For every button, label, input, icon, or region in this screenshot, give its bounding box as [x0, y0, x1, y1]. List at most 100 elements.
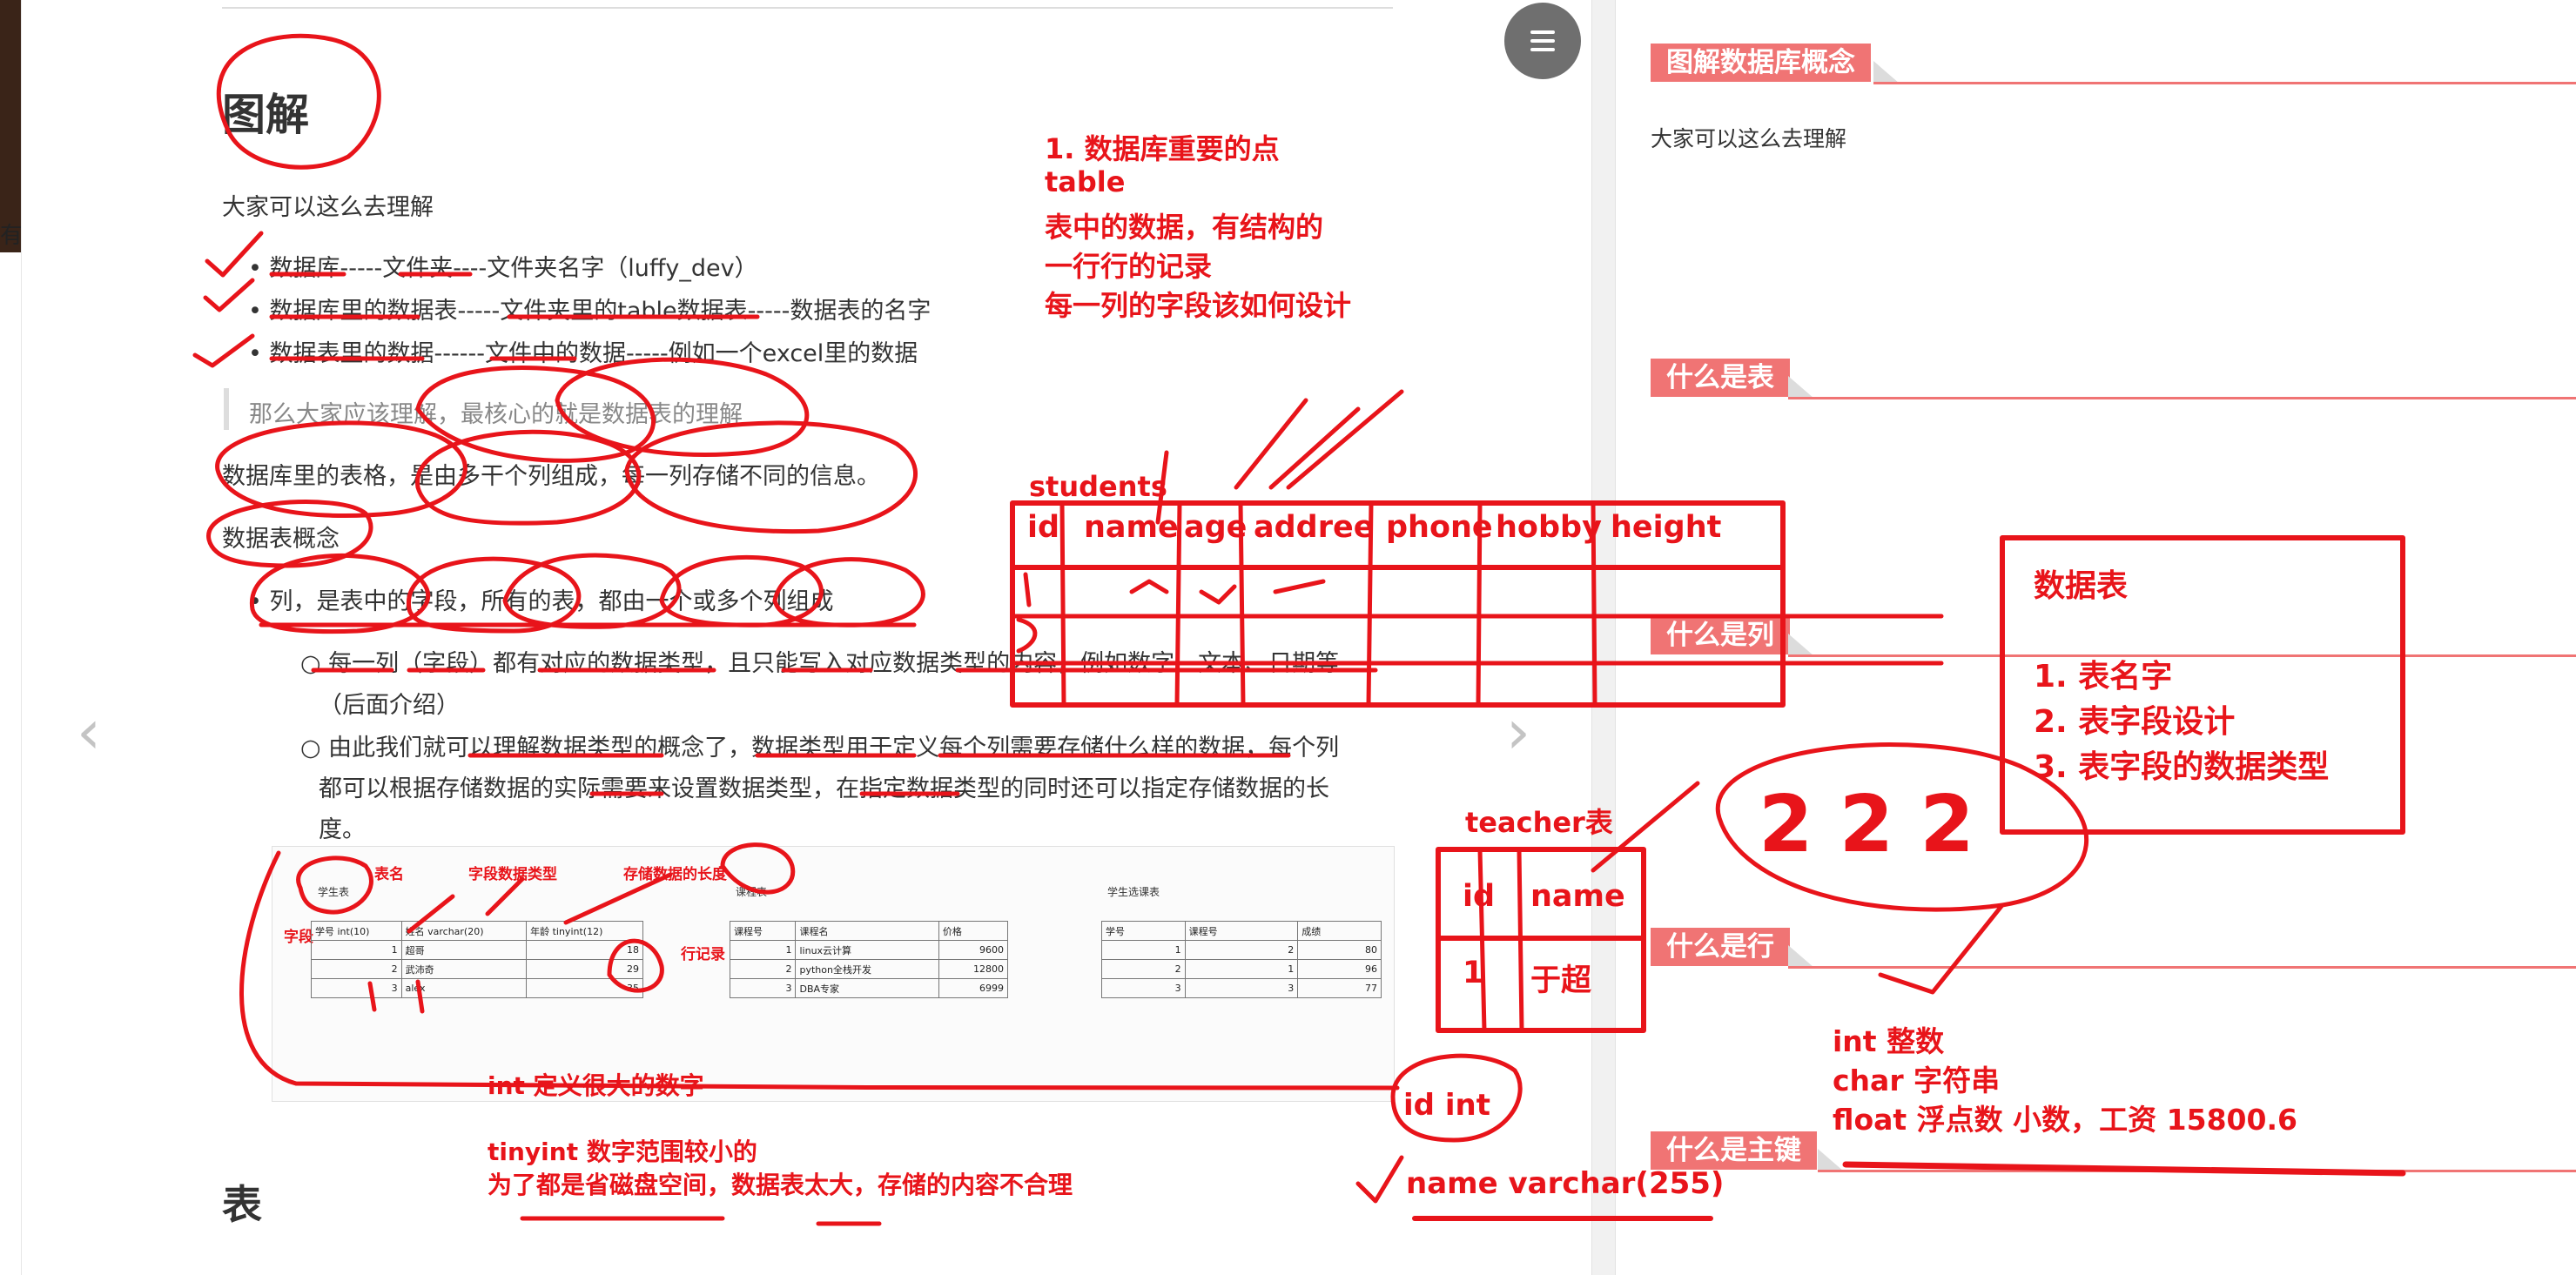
note-line: 表中的数据，有结构的	[1045, 211, 1324, 244]
table-cell: 学号	[1101, 921, 1186, 941]
students-col: addree	[1254, 510, 1375, 545]
list-item: • 列，是表中的字段，所有的表，都由一个或多个列组成	[248, 588, 834, 615]
doc-heading-2: 表	[222, 1181, 262, 1228]
students-col: hobby	[1496, 510, 1602, 545]
note-int: int 定义很大的数字	[488, 1071, 704, 1100]
sidebar-text: 大家可以这么去理解	[1651, 126, 1847, 151]
table-cell: 3	[1101, 978, 1186, 998]
table-cell: 12800	[938, 959, 1009, 979]
table-cell: 1	[729, 940, 797, 960]
students-col: height	[1611, 510, 1722, 545]
chevron-left-icon: ‹	[77, 696, 101, 768]
type-note: float 浮点数 小数，工资 15800.6	[1833, 1103, 2297, 1137]
list-item-text: 列，是表中的字段，所有的表，都由一个或多个列组成	[269, 588, 834, 615]
header-rule	[1788, 397, 2576, 399]
table-cell: 80	[1297, 940, 1382, 960]
teacher-col: id	[1463, 879, 1496, 914]
box-item: 1. 表名字	[2034, 659, 2173, 695]
note-name-varchar: name varchar(255)	[1406, 1166, 1725, 1201]
table-cell: python全栈开发	[795, 959, 939, 979]
table-cell: 学号 int(10)	[311, 921, 402, 941]
sub-list-continuation: （后面介绍）	[319, 692, 460, 719]
header-fold	[1818, 1149, 1844, 1171]
bullet-text: 数据库里的数据表-----文件夹里的table数据表-----数据表的名字	[269, 298, 932, 325]
left-panel-border	[21, 0, 22, 1275]
students-label: students	[1029, 470, 1167, 503]
header-fold	[1873, 61, 1900, 84]
table-cell: 96	[1297, 959, 1382, 979]
table-cell: 2	[1101, 959, 1186, 979]
students-col: age	[1184, 510, 1248, 545]
table-cell: 2	[1184, 940, 1299, 960]
header-rule	[1818, 1170, 2576, 1172]
chevron-right-icon: ›	[1506, 696, 1530, 768]
sidebar-section-header[interactable]: 什么是主键	[1651, 1131, 1817, 1170]
note-line: 每一列的字段该如何设计	[1045, 289, 1352, 322]
sidebar-section-header[interactable]: 什么是行	[1651, 928, 1790, 966]
header-fold	[1788, 945, 1814, 968]
table-cell: 29	[526, 959, 643, 979]
table-row: 3 3 77	[1101, 978, 1382, 998]
figure-label-field-type: 字段数据类型	[468, 866, 557, 883]
header-fold	[1788, 376, 1814, 399]
sub-list-item: ○ 由此我们就可以理解数据类型的概念了，数据类型用于定义每个列需要存储什么样的数…	[300, 735, 1340, 762]
next-page-button[interactable]: ›	[1506, 696, 1530, 768]
sidebar-section-header[interactable]: 什么是表	[1651, 359, 1790, 397]
blockquote-text: 那么大家应该理解，最核心的就是数据表的理解	[249, 401, 743, 428]
table-row: 3 DBA专家 6999	[729, 978, 1009, 998]
table-row: 2 武沛奇 29	[311, 959, 643, 979]
table-cell: 1	[311, 940, 402, 960]
panel-divider	[1591, 0, 1616, 1275]
table-cell: 18	[526, 940, 643, 960]
students-col: phone	[1386, 510, 1493, 545]
sub-list-continuation: 度。	[319, 816, 366, 843]
table-row: 学号 int(10) 姓名 varchar(20) 年龄 tinyint(12)	[311, 921, 643, 941]
table-cell: 6999	[938, 978, 1009, 998]
table-cell: 9600	[938, 940, 1009, 960]
sub-list-item: ○ 每一列（字段）都有对应的数据类型，且只能写入对应数据类型的内容，例如数字、文…	[300, 650, 1340, 677]
left-video-thumbnail	[0, 0, 21, 252]
table-row: 1 linux云计算 9600	[729, 940, 1009, 960]
top-table-fragment	[222, 0, 1393, 9]
table-row: 2 python全栈开发 12800	[729, 959, 1009, 979]
student-table: 学号 int(10) 姓名 varchar(20) 年龄 tinyint(12)…	[311, 921, 643, 998]
type-note: int 整数	[1833, 1024, 1945, 1058]
table-cell: 1	[1184, 959, 1299, 979]
table-cell: 3	[311, 978, 402, 998]
table-cell: 课程名	[795, 921, 939, 941]
blockquote-bar	[224, 388, 229, 430]
sidebar-section-header[interactable]: 图解数据库概念	[1651, 44, 1871, 82]
sub-item-text: 每一列（字段）都有对应的数据类型，且只能写入对应数据类型的内容，例如数字、文本、…	[328, 650, 1340, 677]
note-tinyint: tinyint 数字范围较小的	[488, 1137, 757, 1166]
table-cell: 2	[311, 959, 402, 979]
table-cell: 超哥	[400, 940, 528, 960]
figure-label-table-name: 表名	[374, 866, 404, 883]
header-rule	[1788, 966, 2576, 969]
course-table: 课程号 课程名 价格 1 linux云计算 9600 2 python全栈开发 …	[729, 921, 1009, 998]
doc-heading: 图解	[222, 90, 309, 140]
note-id-int: id int	[1403, 1088, 1490, 1123]
table-cell: 2	[729, 959, 797, 979]
left-edge-text: 有	[0, 223, 24, 249]
table-cell: alex	[400, 978, 528, 998]
table-title: 课程表	[736, 886, 768, 898]
para-text: 数据表概念	[222, 526, 340, 553]
doc-intro: 大家可以这么去理解	[222, 194, 434, 221]
table-title: 学生表	[318, 886, 350, 898]
header-fold	[1788, 634, 1814, 656]
sidebar-section-header[interactable]: 什么是列	[1651, 616, 1790, 654]
prev-page-button[interactable]: ‹	[77, 696, 101, 768]
bullet-text: 数据库-----文件夹----文件夹名字（luffy_dev）	[269, 255, 758, 282]
box-item: 3. 表字段的数据类型	[2034, 749, 2330, 785]
table-cell: 课程号	[1184, 921, 1299, 941]
enrollment-table: 学号 课程号 成绩 1 2 80 2 1 96 3 3 77	[1101, 921, 1382, 998]
note-line: table	[1045, 165, 1126, 198]
bullet-item: • 数据表里的数据------文件中的数据-----例如一个excel里的数据	[248, 340, 918, 367]
bullet-item: • 数据库-----文件夹----文件夹名字（luffy_dev）	[248, 255, 758, 282]
table-title: 学生选课表	[1107, 886, 1160, 898]
teacher-cell: 1	[1463, 956, 1484, 990]
table-row: 3 alex 35	[311, 978, 643, 998]
students-col: id	[1027, 510, 1060, 545]
table-row: 学号 课程号 成绩	[1101, 921, 1382, 941]
menu-button[interactable]	[1504, 3, 1581, 79]
